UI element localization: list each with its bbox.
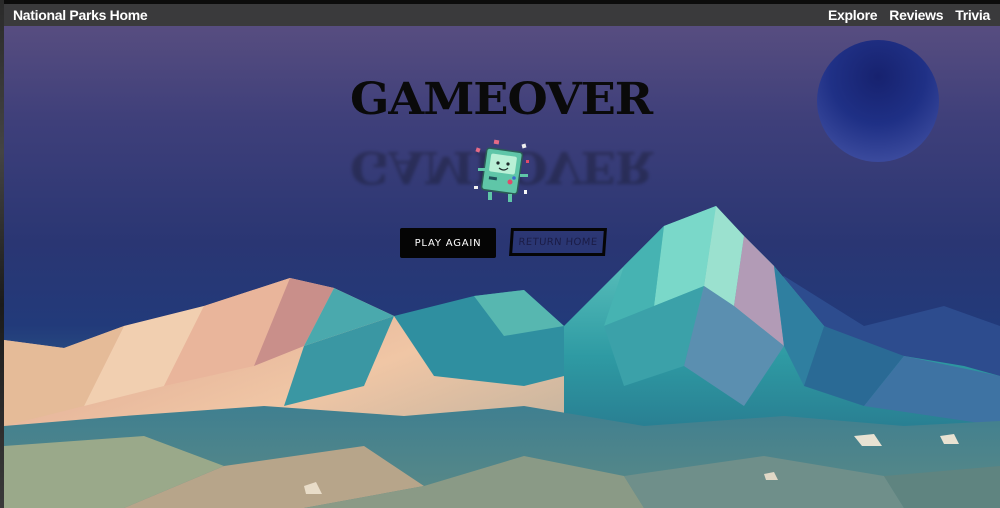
nav-link-reviews[interactable]: Reviews — [889, 7, 943, 23]
nav-links: Explore Reviews Trivia — [828, 7, 990, 23]
page: National Parks Home Explore Reviews Triv… — [0, 0, 1000, 508]
navbar: National Parks Home Explore Reviews Triv… — [4, 4, 1000, 26]
nav-link-explore[interactable]: Explore — [828, 7, 878, 23]
game-background-scene: GAMEOVER GAMEOVER PLAY AGAIN RETURN HOME — [4, 26, 1000, 508]
nav-home-link[interactable]: National Parks Home — [13, 7, 148, 23]
nav-link-trivia[interactable]: Trivia — [955, 7, 990, 23]
bmo-robot-icon — [474, 139, 529, 202]
play-again-button[interactable]: PLAY AGAIN — [400, 228, 496, 258]
game-over-title: GAMEOVER — [350, 74, 653, 125]
return-home-button[interactable]: RETURN HOME — [509, 228, 607, 256]
